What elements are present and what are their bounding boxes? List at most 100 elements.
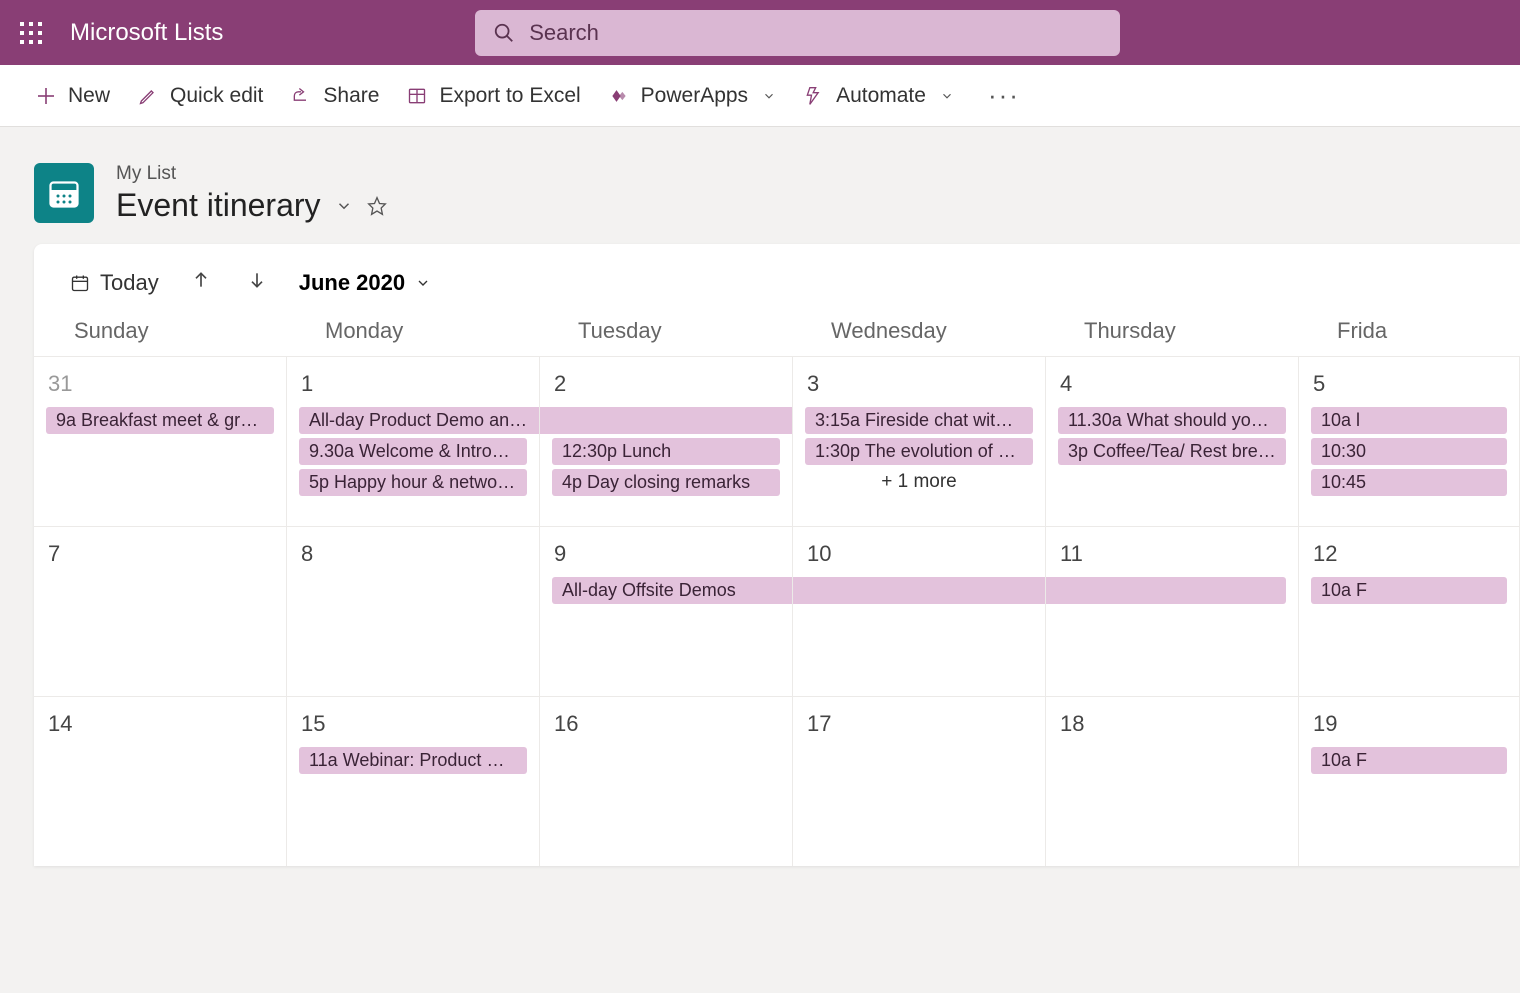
- calendar-event[interactable]: 1:30p The evolution of emoj...: [805, 438, 1033, 465]
- calendar-event[interactable]: 11a Webinar: Product Mana...: [299, 747, 527, 774]
- new-label: New: [68, 84, 110, 108]
- calendar-event[interactable]: 10:45: [1311, 469, 1507, 496]
- automate-label: Automate: [836, 84, 926, 108]
- calendar-event[interactable]: 10a l: [1311, 407, 1507, 434]
- day-number: 16: [546, 711, 786, 743]
- plus-icon: [36, 86, 56, 106]
- excel-icon: [407, 86, 427, 106]
- calendar-event[interactable]: 10:30: [1311, 438, 1507, 465]
- chevron-down-icon[interactable]: [335, 197, 353, 215]
- month-picker[interactable]: June 2020: [299, 270, 431, 296]
- calendar-tile-icon: [46, 175, 82, 211]
- calendar-event[interactable]: 3p Coffee/Tea/ Rest break: [1058, 438, 1286, 465]
- search-box[interactable]: [475, 10, 1120, 56]
- search-icon: [493, 22, 515, 44]
- app-title: Microsoft Lists: [70, 19, 223, 47]
- calendar-day-header: Thursday: [1046, 318, 1299, 344]
- day-number: 14: [40, 711, 280, 743]
- calendar-grid: SundayMondayTuesdayWednesdayThursdayFrid…: [34, 318, 1520, 866]
- calendar-day-cell[interactable]: 33:15a Fireside chat with Jason1:30p The…: [793, 357, 1046, 526]
- calendar-week-row: 31 9a Breakfast meet & greet 1All-day Prod…: [34, 356, 1520, 526]
- share-label: Share: [323, 84, 379, 108]
- calendar-day-cell[interactable]: 16: [540, 697, 793, 866]
- export-button[interactable]: Export to Excel: [407, 84, 580, 108]
- export-label: Export to Excel: [439, 84, 580, 108]
- automate-button[interactable]: Automate: [804, 84, 954, 108]
- next-month-button[interactable]: [243, 266, 271, 300]
- arrow-down-icon: [247, 270, 267, 290]
- powerapps-label: PowerApps: [641, 84, 748, 108]
- search-input[interactable]: [529, 20, 1102, 46]
- calendar-day-cell[interactable]: 510a l10:3010:45: [1299, 357, 1520, 526]
- app-header: Microsoft Lists: [0, 0, 1520, 65]
- calendar-day-cell[interactable]: 31 9a Breakfast meet & greet: [34, 357, 287, 526]
- calendar-event[interactable]: 10a F: [1311, 577, 1507, 604]
- calendar-card: Today June 2020 SundayMondayTuesdayWedne…: [34, 244, 1520, 866]
- calendar-event[interactable]: All-day Offsite Demos: [552, 577, 793, 604]
- calendar-today-icon: [70, 273, 90, 293]
- day-number: 15: [293, 711, 533, 743]
- today-label: Today: [100, 270, 159, 296]
- breadcrumb[interactable]: My List: [116, 163, 387, 185]
- calendar-event[interactable]: 9.30a Welcome & Introducti...: [299, 438, 527, 465]
- day-number: 2: [546, 371, 786, 403]
- calendar-day-cell[interactable]: 8: [287, 527, 540, 696]
- calendar-event[interactable]: [540, 407, 793, 434]
- waffle-icon: [20, 22, 42, 44]
- calendar-event[interactable]: 10a F: [1311, 747, 1507, 774]
- chevron-down-icon: [762, 89, 776, 103]
- calendar-day-cell[interactable]: 4 11.30a What should you bui... 3p Coffee/…: [1046, 357, 1299, 526]
- day-number: 9: [546, 541, 786, 573]
- calendar-day-cell[interactable]: 18: [1046, 697, 1299, 866]
- app-launcher-button[interactable]: [8, 10, 54, 56]
- calendar-toolbar: Today June 2020: [34, 244, 1520, 318]
- calendar-day-cell[interactable]: 19 10a F: [1299, 697, 1520, 866]
- calendar-day-header: Wednesday: [793, 318, 1046, 344]
- calendar-event[interactable]: 11.30a What should you bui...: [1058, 407, 1286, 434]
- calendar-day-cell[interactable]: 15 11a Webinar: Product Mana...: [287, 697, 540, 866]
- calendar-day-cell[interactable]: 1All-day Product Demo and Fair9.30a Welc…: [287, 357, 540, 526]
- calendar-event[interactable]: 12:30p Lunch: [552, 438, 780, 465]
- day-number: 31: [40, 371, 280, 403]
- day-number: 10: [799, 541, 1039, 573]
- month-label-text: June 2020: [299, 270, 405, 296]
- calendar-day-cell[interactable]: 9 All-day Offsite Demos: [540, 527, 793, 696]
- calendar-day-cell[interactable]: 10: [793, 527, 1046, 696]
- calendar-event[interactable]: 3:15a Fireside chat with Jason: [805, 407, 1033, 434]
- calendar-day-cell[interactable]: 12 10a F: [1299, 527, 1520, 696]
- calendar-day-header: Sunday: [34, 318, 287, 344]
- automate-icon: [804, 86, 824, 106]
- new-button[interactable]: New: [36, 84, 110, 108]
- day-number: 12: [1305, 541, 1513, 573]
- list-title: Event itinerary: [116, 187, 321, 224]
- calendar-event[interactable]: 5p Happy hour & networking: [299, 469, 527, 496]
- arrow-up-icon: [191, 270, 211, 290]
- calendar-body: 31 9a Breakfast meet & greet 1All-day Prod…: [34, 356, 1520, 866]
- more-commands-button[interactable]: ···: [982, 80, 1026, 111]
- prev-month-button[interactable]: [187, 266, 215, 300]
- share-icon: [291, 86, 311, 106]
- calendar-event[interactable]: All-day Product Demo and Fair: [299, 407, 540, 434]
- day-number: 8: [293, 541, 533, 573]
- share-button[interactable]: Share: [291, 84, 379, 108]
- more-events-link[interactable]: + 1 more: [799, 469, 1039, 493]
- day-number: 19: [1305, 711, 1513, 743]
- star-icon[interactable]: [367, 196, 387, 216]
- calendar-day-cell[interactable]: 11: [1046, 527, 1299, 696]
- calendar-event[interactable]: 9a Breakfast meet & greet: [46, 407, 274, 434]
- calendar-day-cell[interactable]: 2 12:30p Lunch 4p Day closing remarks: [540, 357, 793, 526]
- calendar-day-cell[interactable]: 14: [34, 697, 287, 866]
- powerapps-icon: [609, 86, 629, 106]
- calendar-day-cell[interactable]: 7: [34, 527, 287, 696]
- day-number: 7: [40, 541, 280, 573]
- powerapps-button[interactable]: PowerApps: [609, 84, 776, 108]
- calendar-day-cell[interactable]: 17: [793, 697, 1046, 866]
- calendar-event[interactable]: 4p Day closing remarks: [552, 469, 780, 496]
- quick-edit-button[interactable]: Quick edit: [138, 84, 263, 108]
- calendar-day-header: Monday: [287, 318, 540, 344]
- calendar-event[interactable]: [793, 577, 1046, 604]
- calendar-event[interactable]: [1046, 577, 1286, 604]
- today-button[interactable]: Today: [70, 270, 159, 296]
- day-number: 4: [1052, 371, 1292, 403]
- calendar-week-row: 789 All-day Offsite Demos10 11 12 10a F: [34, 526, 1520, 696]
